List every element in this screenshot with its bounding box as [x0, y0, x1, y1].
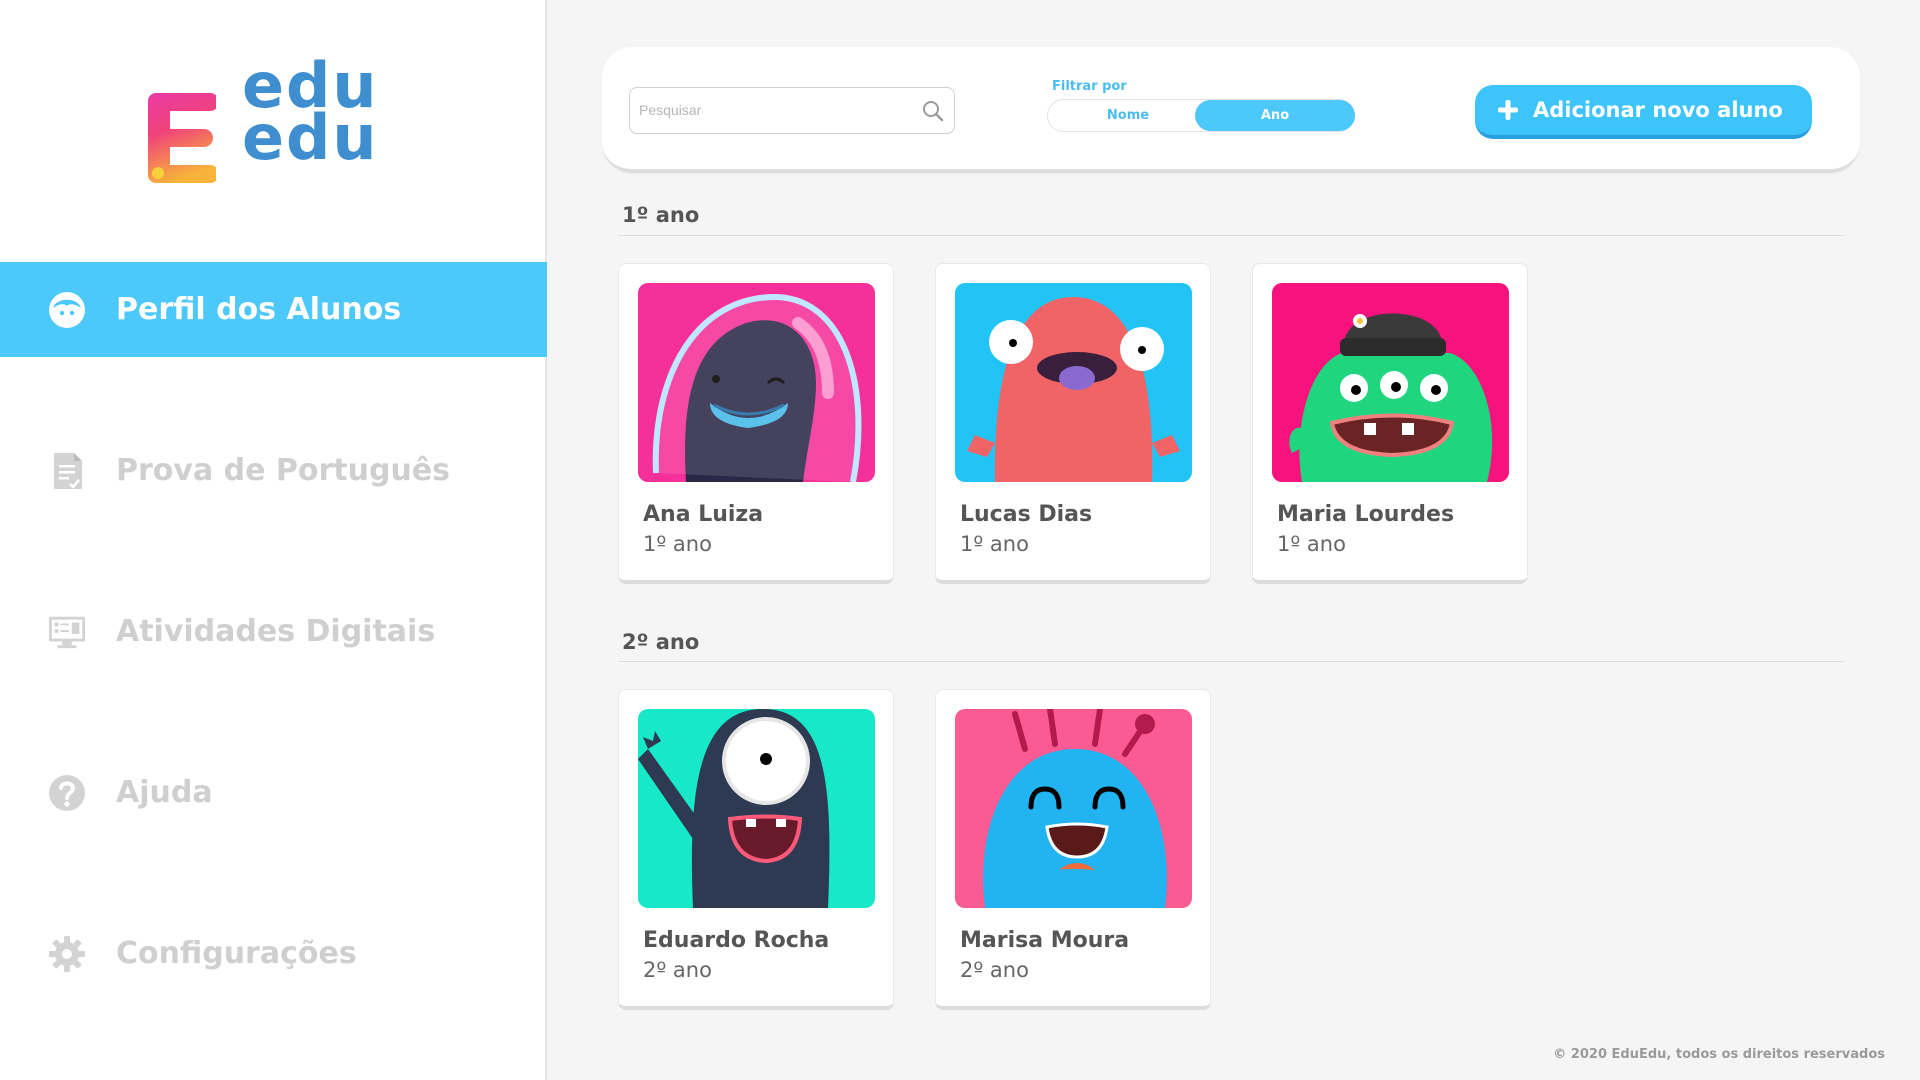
avatar [955, 709, 1192, 908]
sidebar: edu edu Perfil dos Alunos Prova de Portu… [0, 0, 547, 1080]
avatar [638, 709, 875, 908]
toolbar: Filtrar por Nome Ano Adicionar novo alun… [602, 47, 1860, 173]
copyright-footer: © 2020 EduEdu, todos os direitos reserva… [1553, 1047, 1885, 1062]
student-card-eduardo-rocha[interactable]: Eduardo Rocha 2º ano [618, 689, 894, 1010]
student-card-maria-lourdes[interactable]: Maria Lourdes 1º ano [1252, 263, 1528, 584]
filter-option-ano[interactable]: Ano [1195, 100, 1355, 131]
logo-e-icon [148, 93, 216, 183]
sidebar-item-label: Ajuda [116, 775, 213, 810]
search-input[interactable] [639, 88, 909, 132]
section-divider [619, 661, 1844, 662]
student-face-icon [48, 291, 86, 329]
logo-wordmark: edu edu [242, 49, 379, 174]
student-name: Maria Lourdes [1277, 502, 1455, 527]
section-title-2-ano: 2º ano [622, 630, 700, 654]
student-name: Marisa Moura [960, 928, 1130, 953]
help-circle-icon [48, 774, 86, 812]
sidebar-item-atividades-digitais[interactable]: Atividades Digitais [0, 584, 547, 679]
sidebar-item-label: Prova de Português [116, 453, 451, 488]
section-title-1-ano: 1º ano [622, 203, 700, 227]
filter-label: Filtrar por [1052, 79, 1127, 94]
student-grade: 1º ano [960, 532, 1029, 556]
student-grade: 2º ano [960, 958, 1029, 982]
plus-icon [1498, 100, 1518, 120]
sidebar-item-label: Perfil dos Alunos [116, 292, 402, 327]
student-card-marisa-moura[interactable]: Marisa Moura 2º ano [935, 689, 1211, 1010]
add-student-label: Adicionar novo aluno [1533, 98, 1783, 122]
student-name: Ana Luiza [643, 502, 764, 527]
student-card-ana-luiza[interactable]: Ana Luiza 1º ano [618, 263, 894, 584]
avatar [1272, 283, 1509, 482]
student-name: Eduardo Rocha [643, 928, 830, 953]
search-box [629, 87, 955, 134]
sidebar-nav: Perfil dos Alunos Prova de Português Ati… [0, 262, 547, 1067]
student-grade: 1º ano [1277, 532, 1346, 556]
gear-icon [48, 935, 86, 973]
eduedu-logo[interactable]: edu edu [148, 55, 388, 192]
student-name: Lucas Dias [960, 502, 1093, 527]
sidebar-item-ajuda[interactable]: Ajuda [0, 745, 547, 840]
student-grade: 2º ano [643, 958, 712, 982]
section-divider [619, 235, 1844, 236]
sidebar-item-label: Configurações [116, 936, 357, 971]
filter-option-nome[interactable]: Nome [1048, 100, 1208, 131]
sidebar-item-label: Atividades Digitais [116, 614, 436, 649]
student-card-lucas-dias[interactable]: Lucas Dias 1º ano [935, 263, 1211, 584]
student-grade: 1º ano [643, 532, 712, 556]
filter-toggle: Nome Ano [1047, 99, 1355, 132]
document-check-icon [48, 452, 86, 490]
sidebar-item-prova-de-portugues[interactable]: Prova de Português [0, 423, 547, 518]
add-student-button[interactable]: Adicionar novo aluno [1475, 85, 1812, 139]
sidebar-item-configuracoes[interactable]: Configurações [0, 906, 547, 1001]
avatar [638, 283, 875, 482]
search-icon[interactable] [922, 100, 944, 122]
sidebar-item-perfil-dos-alunos[interactable]: Perfil dos Alunos [0, 262, 547, 357]
avatar [955, 283, 1192, 482]
monitor-activities-icon [48, 613, 86, 651]
